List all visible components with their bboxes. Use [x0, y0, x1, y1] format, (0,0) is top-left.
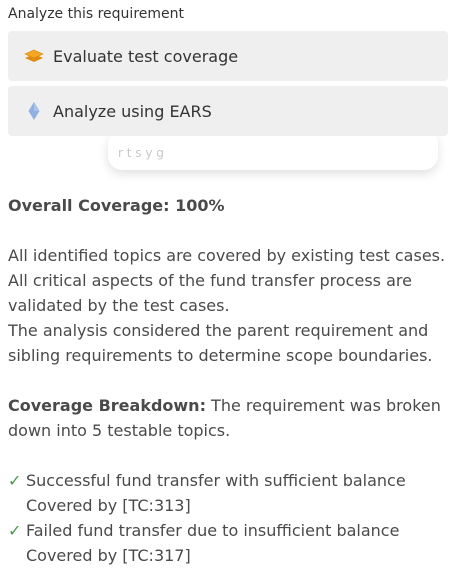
option-label: Evaluate test coverage — [53, 46, 239, 66]
summary-line: All critical aspects of the fund transfe… — [8, 271, 412, 290]
overall-coverage: Overall Coverage: 100% — [8, 196, 225, 215]
analyze-using-ears-option[interactable]: Analyze using EARS — [8, 86, 448, 136]
summary-line: sibling requirements to determine scope … — [8, 346, 433, 365]
topic-covered-by: Covered by [TC:313] — [26, 496, 191, 515]
topic-title: Failed fund transfer due to insufficient… — [26, 521, 400, 540]
layers-icon — [23, 45, 45, 67]
coverage-breakdown-text: down into 5 testable topics. — [8, 421, 231, 440]
check-icon: ✓ — [8, 471, 22, 490]
coverage-breakdown-text: The requirement was broken — [205, 396, 441, 415]
coverage-breakdown-label: Coverage Breakdown: — [8, 396, 206, 415]
summary-line: All identified topics are covered by exi… — [8, 246, 446, 265]
topic-item: ✓ Successful fund transfer with sufficie… — [8, 468, 452, 493]
analysis-result: Overall Coverage: 100% All identified to… — [8, 193, 452, 568]
topic-title: Successful fund transfer with sufficient… — [26, 471, 406, 490]
menu-title: Analyze this requirement — [8, 6, 184, 22]
diamond-icon — [23, 100, 45, 122]
evaluate-test-coverage-option[interactable]: Evaluate test coverage — [8, 31, 448, 81]
background-card-text: r t s y g — [118, 146, 164, 160]
topic-item: ✓ Failed fund transfer due to insufficie… — [8, 518, 452, 543]
topic-covered-by: Covered by [TC:317] — [26, 546, 191, 565]
background-card: r t s y g — [108, 130, 438, 170]
summary-line: validated by the test cases. — [8, 296, 230, 315]
coverage-breakdown: Coverage Breakdown: The requirement was … — [8, 393, 452, 418]
option-label: Analyze using EARS — [53, 101, 212, 121]
check-icon: ✓ — [8, 521, 22, 540]
summary-line: The analysis considered the parent requi… — [8, 321, 429, 340]
